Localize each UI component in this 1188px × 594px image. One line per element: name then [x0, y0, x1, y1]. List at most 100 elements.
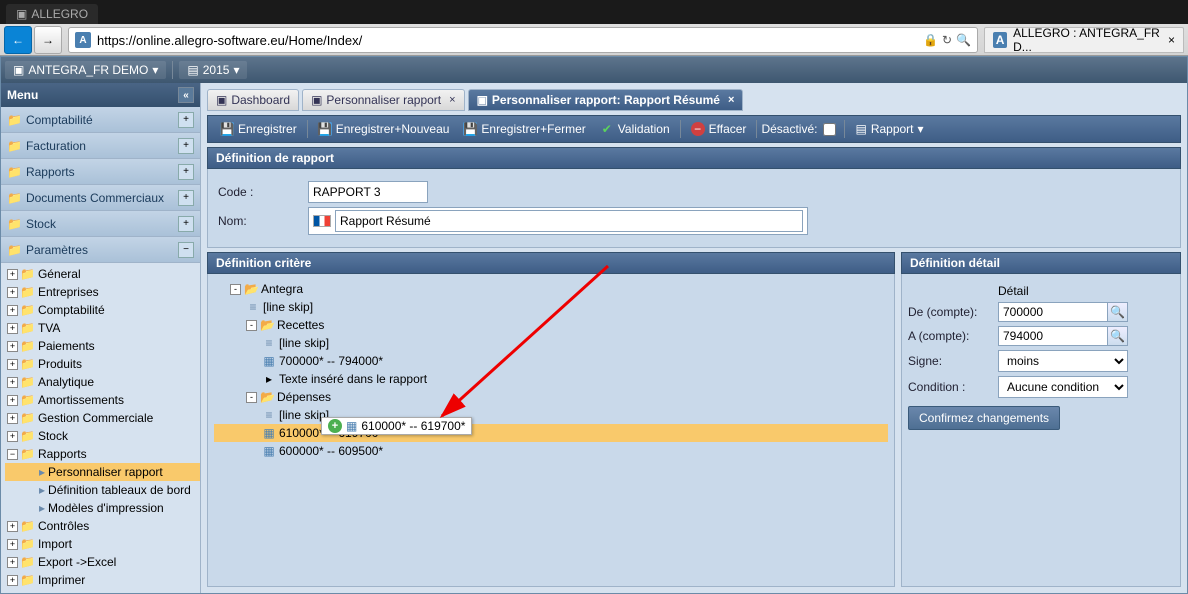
- tree-toggle-icon[interactable]: +: [7, 269, 18, 280]
- code-input[interactable]: [308, 181, 428, 203]
- condition-select[interactable]: Aucune condition: [998, 376, 1128, 398]
- search-dropdown-icon[interactable]: 🔍: [956, 33, 971, 47]
- workspace-tab[interactable]: ▣Personnaliser rapport×: [302, 89, 465, 111]
- browser-page-tab[interactable]: A ALLEGRO : ANTEGRA_FR D... ×: [984, 27, 1184, 53]
- close-icon[interactable]: ×: [728, 94, 734, 106]
- tree-toggle-icon[interactable]: -: [246, 392, 257, 403]
- tree-item[interactable]: +📁TVA: [5, 319, 200, 337]
- collapse-sidebar-button[interactable]: «: [178, 87, 194, 103]
- expand-icon[interactable]: −: [178, 242, 194, 258]
- tree-item[interactable]: +📁Produits: [5, 355, 200, 373]
- criteria-row[interactable]: ▦600000* -- 609500*: [214, 442, 888, 460]
- tree-item[interactable]: +📁Géneral: [5, 265, 200, 283]
- tree-item[interactable]: +📁Import: [5, 535, 200, 553]
- tree-item[interactable]: −📁Rapports: [5, 445, 200, 463]
- expand-icon[interactable]: +: [178, 164, 194, 180]
- expand-icon[interactable]: +: [178, 216, 194, 232]
- tree-toggle-icon[interactable]: -: [230, 284, 241, 295]
- tree-toggle-icon[interactable]: −: [7, 449, 18, 460]
- tree-toggle-icon[interactable]: -: [246, 320, 257, 331]
- validate-button[interactable]: ✔Validation: [594, 120, 676, 138]
- company-selector[interactable]: ▣ ANTEGRA_FR DEMO ▾: [5, 61, 166, 79]
- tree-toggle-icon[interactable]: +: [7, 395, 18, 406]
- folder-icon: 📁: [20, 573, 35, 587]
- refresh-icon[interactable]: ↻: [942, 33, 952, 47]
- report-button[interactable]: ▤Rapport▾: [849, 120, 929, 138]
- tree-item[interactable]: +📁Stock: [5, 427, 200, 445]
- back-button[interactable]: ←: [4, 26, 32, 54]
- tree-toggle-icon[interactable]: +: [7, 431, 18, 442]
- forward-button[interactable]: →: [34, 26, 62, 54]
- criteria-row[interactable]: -📂Recettes: [214, 316, 888, 334]
- range-icon: ▦: [346, 419, 357, 433]
- tree-item[interactable]: +📁Imprimer: [5, 571, 200, 589]
- tree-item[interactable]: +📁Comptabilité: [5, 301, 200, 319]
- tree-toggle-icon[interactable]: +: [7, 539, 18, 550]
- criteria-row[interactable]: -📂Antegra: [214, 280, 888, 298]
- workspace-tab[interactable]: ▣Personnaliser rapport: Rapport Résumé×: [468, 89, 744, 111]
- to-account-label: A (compte):: [908, 329, 998, 343]
- url-input[interactable]: [97, 33, 917, 48]
- tree-toggle-icon[interactable]: +: [7, 413, 18, 424]
- year-selector[interactable]: ▤ 2015 ▾: [179, 61, 247, 79]
- name-input[interactable]: [335, 210, 803, 232]
- criteria-row[interactable]: ≡[line skip]: [214, 298, 888, 316]
- tab-close-icon[interactable]: ×: [1168, 33, 1175, 47]
- to-lookup-button[interactable]: 🔍: [1108, 326, 1128, 346]
- browser-dark-tab[interactable]: ▣ ALLEGRO: [6, 4, 98, 24]
- tree-item[interactable]: +📁Export ->Excel: [5, 553, 200, 571]
- menu-section-stock[interactable]: 📁Stock+: [1, 211, 200, 237]
- criteria-row[interactable]: ▸Texte inséré dans le rapport: [214, 370, 888, 388]
- folder-icon: 📁: [20, 267, 35, 281]
- tree-toggle-icon[interactable]: +: [7, 557, 18, 568]
- criteria-row[interactable]: ≡[line skip]: [214, 334, 888, 352]
- tree-toggle-icon[interactable]: +: [7, 287, 18, 298]
- save-button[interactable]: 💾Enregistrer: [214, 120, 303, 138]
- tree-toggle-icon[interactable]: +: [7, 305, 18, 316]
- tree-item[interactable]: +📁Contrôles: [5, 517, 200, 535]
- browser-dark-tabbar: ▣ ALLEGRO: [0, 0, 1188, 24]
- criteria-column: Définition critère -📂Antegra≡[line skip]…: [207, 252, 895, 587]
- menu-section-comptabilit[interactable]: 📁Comptabilité+: [1, 107, 200, 133]
- expand-icon[interactable]: +: [178, 190, 194, 206]
- save-icon: 💾: [220, 122, 234, 136]
- menu-section-rapports[interactable]: 📁Rapports+: [1, 159, 200, 185]
- tree-item[interactable]: +📁Gestion Commerciale: [5, 409, 200, 427]
- name-field-wrapper[interactable]: [308, 207, 808, 235]
- tree-toggle-icon[interactable]: +: [7, 359, 18, 370]
- close-icon[interactable]: ×: [449, 94, 455, 106]
- workspace-tab[interactable]: ▣Dashboard: [207, 89, 299, 111]
- save-new-button[interactable]: 💾Enregistrer+Nouveau: [312, 120, 456, 138]
- tree-item[interactable]: ▸Modèles d'impression: [5, 499, 200, 517]
- criteria-row[interactable]: ▦610000* -- 619700*: [214, 424, 888, 442]
- menu-section-documentscommerciaux[interactable]: 📁Documents Commerciaux+: [1, 185, 200, 211]
- from-account-input[interactable]: [998, 302, 1108, 322]
- criteria-row[interactable]: -📂Dépenses: [214, 388, 888, 406]
- confirm-button[interactable]: Confirmez changements: [908, 406, 1060, 430]
- tree-item[interactable]: +📁Paiements: [5, 337, 200, 355]
- sign-select[interactable]: moins: [998, 350, 1128, 372]
- tree-toggle-icon[interactable]: +: [7, 575, 18, 586]
- tree-item[interactable]: +📁Entreprises: [5, 283, 200, 301]
- to-account-input[interactable]: [998, 326, 1108, 346]
- tree-toggle-icon[interactable]: +: [7, 377, 18, 388]
- criteria-row[interactable]: ≡[line skip]: [214, 406, 888, 424]
- tree-item[interactable]: ▸Définition tableaux de bord: [5, 481, 200, 499]
- url-bar[interactable]: A 🔒 ↻ 🔍: [68, 27, 978, 53]
- delete-button[interactable]: −Effacer: [685, 120, 753, 138]
- tree-toggle-icon[interactable]: +: [7, 323, 18, 334]
- expand-icon[interactable]: +: [178, 138, 194, 154]
- expand-icon[interactable]: +: [178, 112, 194, 128]
- criteria-header: Définition critère: [207, 252, 895, 274]
- criteria-row[interactable]: ▦700000* -- 794000*: [214, 352, 888, 370]
- from-lookup-button[interactable]: 🔍: [1108, 302, 1128, 322]
- menu-section-facturation[interactable]: 📁Facturation+: [1, 133, 200, 159]
- tree-item[interactable]: +📁Amortissements: [5, 391, 200, 409]
- tree-item[interactable]: ▸Personnaliser rapport: [5, 463, 200, 481]
- tree-toggle-icon[interactable]: +: [7, 341, 18, 352]
- disabled-checkbox[interactable]: [823, 123, 836, 136]
- menu-section-paramtres[interactable]: 📁Paramètres−: [1, 237, 200, 263]
- save-close-button[interactable]: 💾Enregistrer+Fermer: [457, 120, 591, 138]
- tree-toggle-icon[interactable]: +: [7, 521, 18, 532]
- tree-item[interactable]: +📁Analytique: [5, 373, 200, 391]
